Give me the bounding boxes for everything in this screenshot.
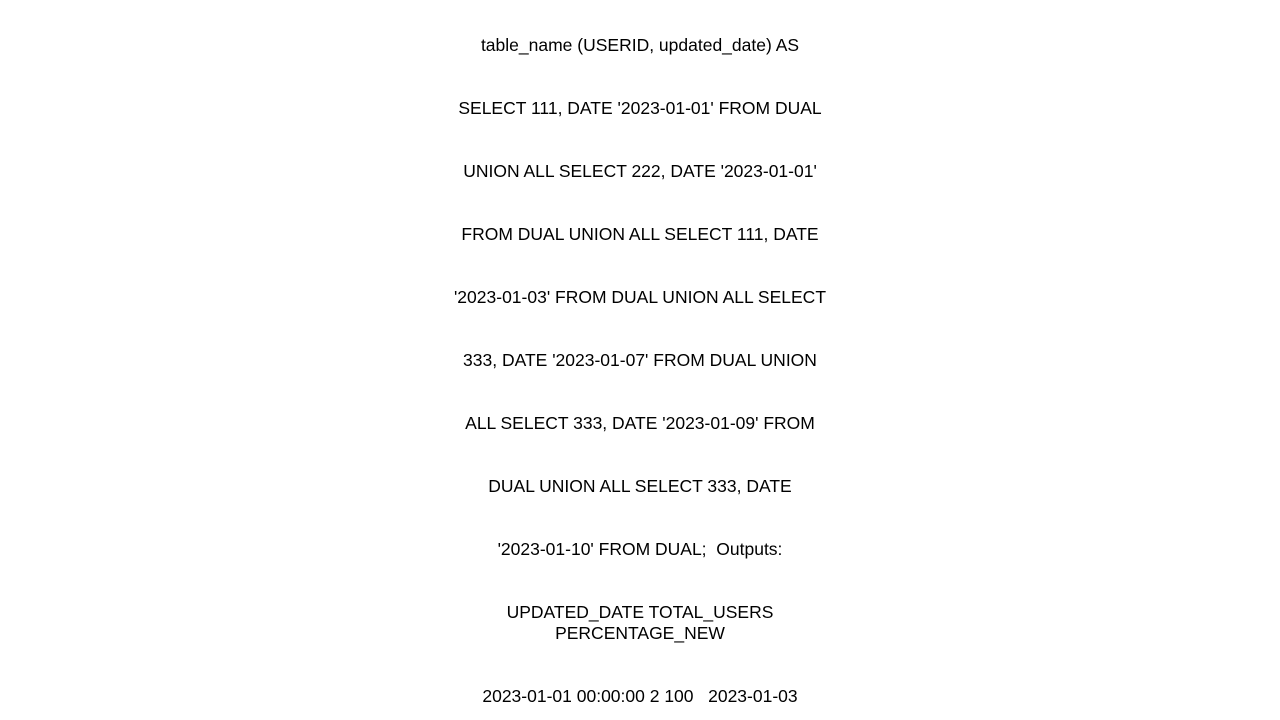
text-line: 333, DATE '2023-01-07' FROM DUAL UNION [463, 350, 817, 370]
text-line: ALL SELECT 333, DATE '2023-01-09' FROM [465, 413, 815, 433]
text-line: '2023-01-03' FROM DUAL UNION ALL SELECT [453, 287, 827, 307]
document-text-body: table_name (USERID, updated_date) AS SEL… [420, 0, 860, 720]
text-line: 2023-01-01 00:00:00 2 100 2023-01-03 [482, 686, 798, 706]
text-line: table_name (USERID, updated_date) AS [480, 35, 800, 55]
text-line: '2023-01-10' FROM DUAL; Outputs: [497, 539, 783, 559]
text-line: UNION ALL SELECT 222, DATE '2023-01-01' [463, 161, 817, 181]
document-page: table_name (USERID, updated_date) AS SEL… [0, 0, 1280, 720]
text-line: FROM DUAL UNION ALL SELECT 111, DATE [461, 224, 819, 244]
text-line: DUAL UNION ALL SELECT 333, DATE [488, 476, 792, 496]
text-line: UPDATED_DATE TOTAL_USERS PERCENTAGE_NEW [506, 602, 779, 643]
text-line: SELECT 111, DATE '2023-01-01' FROM DUAL [458, 98, 822, 118]
